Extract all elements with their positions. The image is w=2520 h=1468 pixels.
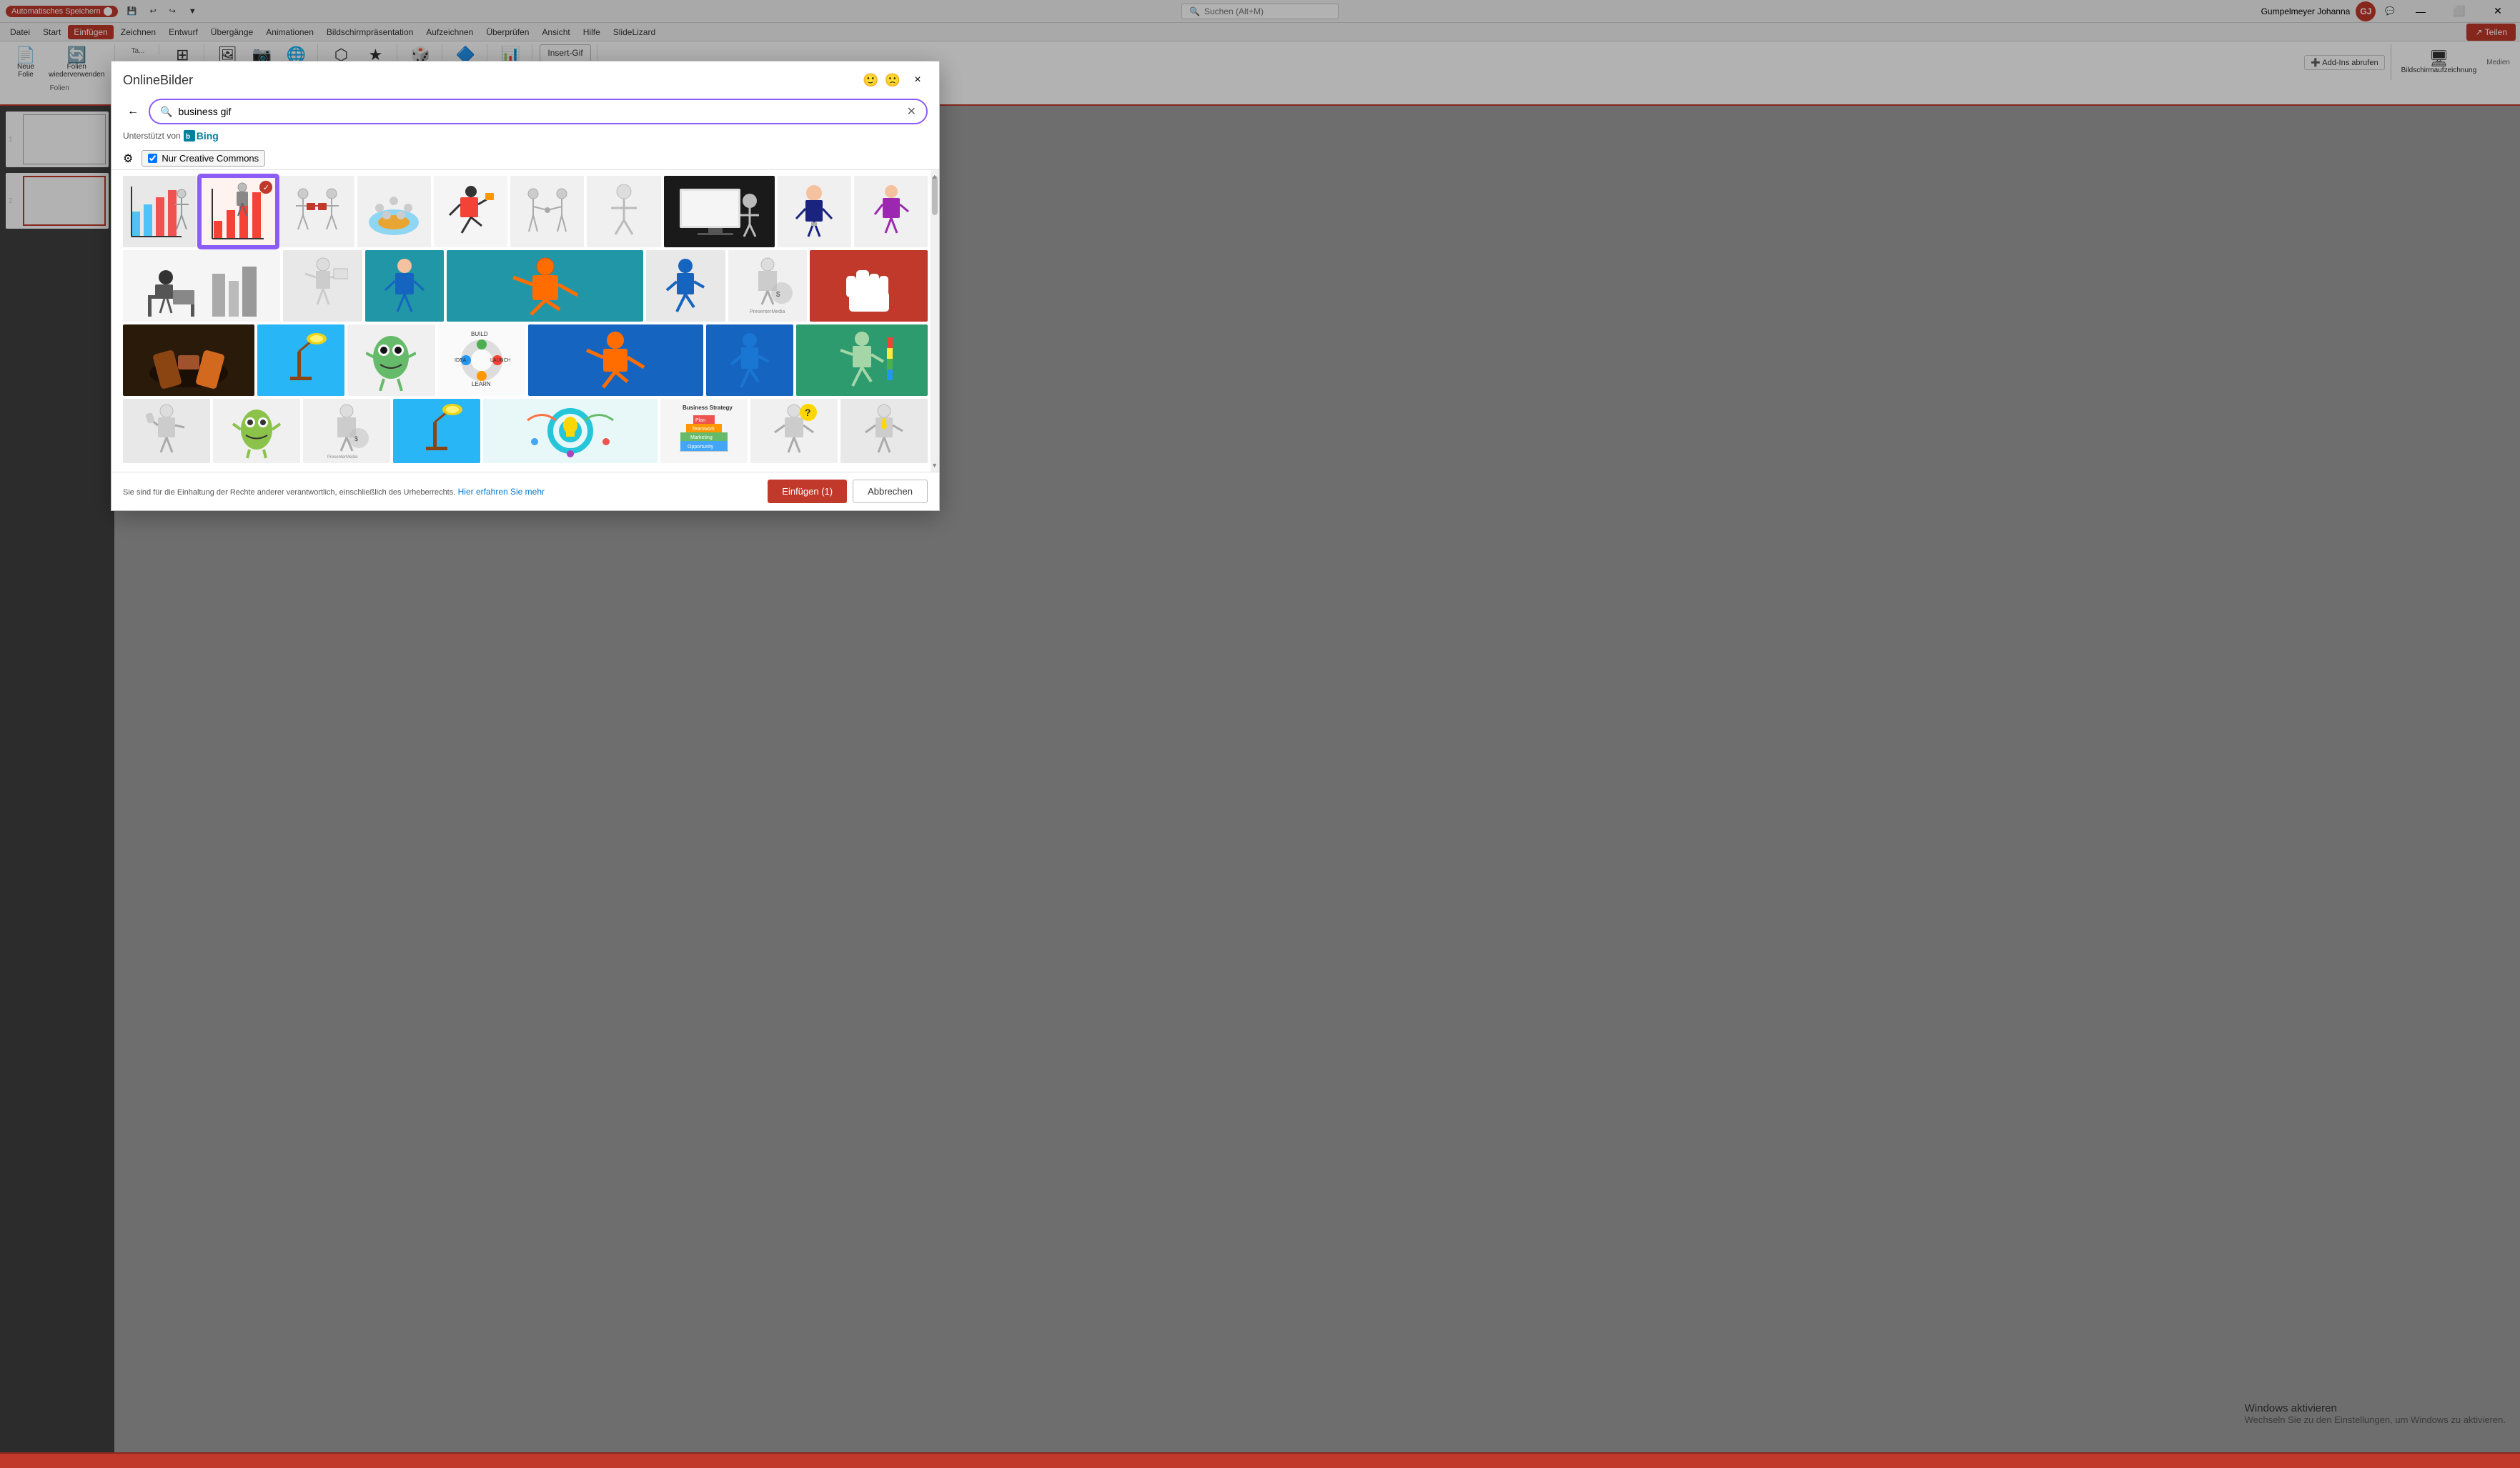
image-cell-r3-2[interactable]	[257, 324, 344, 396]
svg-text:Plan: Plan	[695, 418, 705, 423]
image-cell-r3-7[interactable]	[796, 324, 928, 396]
image-cell-r1-7[interactable]	[587, 176, 660, 247]
svg-text:Opportunity: Opportunity	[688, 445, 714, 450]
image-cell-r3-3[interactable]	[347, 324, 435, 396]
image-cell-r4-7[interactable]: ?	[750, 399, 838, 463]
search-row: ← 🔍 ✕	[123, 99, 928, 124]
footer-buttons: Einfügen (1) Abbrechen	[768, 480, 928, 503]
image-cell-r2-4[interactable]	[447, 250, 644, 322]
modal-close-button[interactable]: ×	[908, 70, 928, 90]
svg-text:Marketing: Marketing	[690, 435, 713, 440]
image-cell-r1-5[interactable]	[434, 176, 507, 247]
bing-label: Unterstützt von	[123, 131, 181, 141]
image-row-2: $ PresenterMedia	[123, 250, 928, 322]
creative-commons-checkbox[interactable]: Nur Creative Commons	[142, 150, 265, 167]
svg-text:b: b	[186, 133, 190, 141]
insert-button[interactable]: Einfügen (1)	[768, 480, 847, 503]
svg-text:Business Strategy: Business Strategy	[683, 405, 733, 411]
modal-scrollbar[interactable]: ▲ ▼	[931, 170, 939, 472]
svg-text:PresenterMedia: PresenterMedia	[327, 455, 358, 460]
image-cell-r4-5[interactable]	[483, 399, 658, 463]
filter-icon[interactable]: ⚙	[123, 152, 133, 166]
cancel-button[interactable]: Abbrechen	[853, 480, 928, 503]
image-cell-r1-9[interactable]	[778, 176, 851, 247]
status-bar	[0, 1452, 2520, 1468]
image-cell-r4-2[interactable]	[213, 399, 300, 463]
image-cell-r4-6[interactable]: Business Strategy Plan Teamwork Marketin…	[660, 399, 748, 463]
image-grid-container[interactable]: ✓	[111, 170, 939, 472]
image-cell-r1-2[interactable]: ✓	[199, 176, 277, 247]
sad-emoji-button[interactable]: 🙁	[885, 73, 901, 88]
bing-credit: Unterstützt von b Bing	[123, 130, 928, 142]
bing-name: Bing	[197, 130, 219, 142]
image-cell-r1-10[interactable]	[854, 176, 928, 247]
image-row-4: $ PresenterMedia	[123, 399, 928, 463]
online-images-modal: OnlineBilder 🙂 🙁 × ← 🔍 ✕ Unterstütz	[111, 61, 940, 511]
svg-text:IDEA: IDEA	[455, 358, 467, 363]
image-cell-r2-7[interactable]	[810, 250, 928, 322]
image-cell-r3-6[interactable]	[706, 324, 793, 396]
image-cell-r4-1[interactable]	[123, 399, 210, 463]
modal-header-right: 🙂 🙁 ×	[863, 70, 928, 90]
modal-title: OnlineBilder	[123, 73, 193, 88]
image-cell-r3-5[interactable]	[528, 324, 703, 396]
scrollbar-thumb[interactable]	[932, 176, 938, 215]
svg-text:BUILD: BUILD	[471, 331, 488, 337]
footer-text-area: Sie sind für die Einhaltung der Rechte a…	[123, 487, 545, 497]
search-clear-button[interactable]: ✕	[907, 104, 916, 119]
modal-footer: Sie sind für die Einhaltung der Rechte a…	[111, 472, 939, 510]
modal-overlay: OnlineBilder 🙂 🙁 × ← 🔍 ✕ Unterstütz	[0, 0, 2520, 1454]
svg-text:PresenterMedia: PresenterMedia	[750, 309, 785, 314]
cc-checkbox-input[interactable]	[148, 154, 157, 163]
happy-emoji-button[interactable]: 🙂	[863, 73, 878, 88]
svg-text:LEARN: LEARN	[472, 381, 491, 387]
image-row-3: BUILD LEARN IDEA LAUNCH	[123, 324, 928, 396]
scroll-down-arrow[interactable]: ▼	[931, 462, 938, 469]
footer-learn-more-link[interactable]: Hier erfahren Sie mehr	[458, 487, 545, 497]
cc-label: Nur Creative Commons	[162, 153, 259, 164]
back-button[interactable]: ←	[123, 101, 143, 121]
svg-text:?: ?	[805, 407, 811, 418]
search-input[interactable]	[178, 106, 901, 117]
bing-logo-icon: b Bing	[184, 130, 219, 142]
search-area: ← 🔍 ✕ Unterstützt von b Bing	[111, 93, 939, 147]
image-cell-r4-8[interactable]	[840, 399, 928, 463]
emoji-buttons: 🙂 🙁	[863, 73, 901, 88]
image-cell-r4-3[interactable]: $ PresenterMedia	[303, 399, 390, 463]
image-cell-r2-3[interactable]	[365, 250, 444, 322]
image-cell-r1-3[interactable]	[280, 176, 354, 247]
image-cell-r4-4[interactable]	[393, 399, 480, 463]
image-cell-r1-4[interactable]	[357, 176, 431, 247]
filter-row: ⚙ Nur Creative Commons	[111, 147, 939, 170]
image-cell-r2-5[interactable]	[646, 250, 725, 322]
footer-disclaimer: Sie sind für die Einhaltung der Rechte a…	[123, 488, 455, 497]
scroll-up-arrow[interactable]: ▲	[931, 173, 938, 180]
image-cell-r2-6[interactable]: $ PresenterMedia	[728, 250, 807, 322]
image-cell-r3-1[interactable]	[123, 324, 254, 396]
image-cell-r1-6[interactable]	[510, 176, 584, 247]
search-icon: 🔍	[160, 106, 172, 118]
search-box[interactable]: 🔍 ✕	[149, 99, 928, 124]
modal-header: OnlineBilder 🙂 🙁 ×	[111, 61, 939, 93]
svg-text:Teamwork: Teamwork	[692, 427, 715, 432]
image-row-1: ✓	[123, 176, 928, 247]
image-cell-r1-1[interactable]	[123, 176, 197, 247]
image-cell-r2-2[interactable]	[283, 250, 362, 322]
svg-text:LAUNCH: LAUNCH	[490, 358, 510, 363]
image-cell-r2-1[interactable]	[123, 250, 280, 322]
svg-text:$: $	[354, 435, 358, 442]
image-cell-r3-4[interactable]: BUILD LEARN IDEA LAUNCH	[438, 324, 525, 396]
image-cell-r1-8[interactable]	[664, 176, 775, 247]
svg-text:$: $	[776, 291, 780, 299]
